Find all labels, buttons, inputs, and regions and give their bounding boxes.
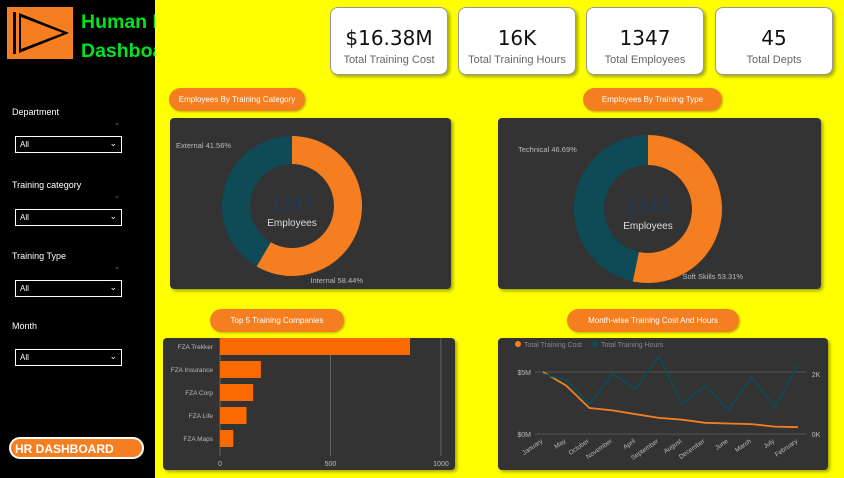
monthly-chart-title: Month-wise Training Cost And Hours — [567, 309, 739, 332]
donut-center-label: Employees — [267, 218, 316, 229]
x-tick-label: June — [714, 438, 730, 452]
month-filter-label: Month — [12, 321, 38, 331]
category-label: FZA Maps — [183, 436, 213, 443]
x-tick-label: 500 — [325, 461, 337, 468]
kpi-value: 45 — [761, 26, 787, 50]
legend-cost-label: Total Training Cost — [524, 342, 582, 349]
category-donut-chart: Internal 58.44% External 41.56% 1347 Employ… — [176, 136, 363, 285]
category-chart-title: Employees By Training Category — [169, 88, 305, 111]
donut-slice-label: Technical 46.69% — [518, 145, 577, 154]
training-category-filter-label: Training category — [12, 180, 82, 190]
y-left-tick: $5M — [517, 370, 531, 377]
department-filter-label: Department — [12, 107, 60, 117]
kpi-value: 1347 — [619, 26, 671, 50]
type-donut-panel: Soft Skills 53.31% Technical 46.69% 1347 Em… — [498, 118, 821, 289]
x-tick-label: April — [622, 438, 637, 452]
kpi-label: Total Employees — [604, 54, 686, 66]
legend-cost-marker — [515, 341, 521, 347]
type-donut-chart: Soft Skills 53.31% Technical 46.69% 1347 Em… — [518, 135, 744, 283]
x-tick-label: January — [521, 437, 545, 456]
kpi-card-training-hours: 16K Total Training Hours — [458, 7, 576, 75]
kpi-value: $16.38M — [345, 26, 433, 50]
bar-fza-maps[interactable] — [220, 430, 234, 447]
donut-slice-label: Internal 58.44% — [310, 276, 363, 285]
training-type-filter-label: Training Type — [12, 251, 67, 261]
monthly-line-chart: Total Training Cost Total Training Hours $… — [515, 341, 821, 462]
category-label: FZA Insurance — [171, 367, 214, 374]
month-filter-value: All — [20, 353, 29, 362]
category-donut-panel: Internal 58.44% External 41.56% 1347 Employ… — [170, 118, 451, 289]
companies-bar-panel: 0 500 1000 FZA Trekker FZA Insurance FZA Corp… — [163, 338, 455, 470]
x-tick-label: November — [585, 437, 614, 460]
category-label: FZA Corp — [185, 390, 213, 397]
x-tick-label: July — [762, 437, 776, 450]
sidebar: Human Resource Dashboard Analysis Depart… — [0, 0, 268, 478]
bar-fza-trekker[interactable] — [220, 338, 411, 355]
training-category-filter-select[interactable]: All ⌄ — [15, 209, 122, 226]
hr-dashboard-button[interactable]: HR DASHBOARD — [9, 437, 144, 459]
kpi-label: Total Training Cost — [343, 54, 435, 66]
kpi-card-depts: 45 Total Depts — [715, 7, 833, 75]
chevron-down-icon: ⌄ — [109, 351, 117, 361]
category-label: FZA Life — [189, 413, 214, 420]
bar-fza-life[interactable] — [220, 407, 247, 424]
y-right-tick: 2K — [812, 372, 821, 379]
kpi-card-employees: 1347 Total Employees — [586, 7, 704, 75]
donut-slice-label: Soft Skills 53.31% — [683, 272, 744, 281]
department-filter-select[interactable]: All ⌄ — [15, 136, 122, 153]
kpi-value: 16K — [497, 26, 537, 50]
donut-center-value: 1347 — [270, 195, 313, 215]
y-right-tick: 0K — [812, 432, 821, 439]
kpi-card-training-cost: $16.38M Total Training Cost — [330, 7, 448, 75]
legend-hours-label: Total Training Hours — [601, 342, 664, 349]
x-tick-label: 0 — [218, 461, 222, 468]
x-tick-label: December — [678, 437, 707, 460]
training-category-filter-value: All — [20, 213, 29, 222]
kpi-label: Total Depts — [746, 54, 802, 66]
training-type-filter-chevron-icon: ⌄ — [114, 263, 120, 271]
companies-chart-title: Top 5 Training Companies — [210, 309, 344, 332]
chevron-down-icon: ⌄ — [109, 211, 117, 221]
donut-center-label: Employees — [623, 221, 672, 232]
department-filter-value: All — [20, 140, 29, 149]
kpi-label: Total Training Hours — [468, 54, 566, 66]
play-logo-icon — [7, 7, 73, 59]
type-chart-title: Employees By Training Type — [583, 88, 722, 111]
donut-center-value: 1347 — [626, 198, 669, 218]
training-category-filter-chevron-icon: ⌄ — [114, 192, 120, 200]
line-series-total-training-hours[interactable] — [542, 354, 799, 412]
bar-fza-insurance[interactable] — [220, 361, 261, 378]
category-label: FZA Trekker — [178, 344, 214, 351]
training-type-filter-select[interactable]: All ⌄ — [15, 280, 122, 297]
donut-slice-label: External 41.56% — [176, 141, 231, 150]
month-filter-select[interactable]: All ⌄ — [15, 349, 122, 366]
x-tick-label: May — [553, 437, 568, 450]
chevron-down-icon: ⌄ — [109, 282, 117, 292]
chevron-down-icon: ⌄ — [109, 138, 117, 148]
dashboard-canvas: $16.38M Total Training Cost 16K Total Tr… — [155, 0, 844, 478]
x-tick-label: March — [734, 438, 753, 454]
training-type-filter-value: All — [20, 284, 29, 293]
x-tick-label: February — [774, 437, 800, 458]
y-left-tick: $0M — [517, 432, 531, 439]
companies-bar-chart: 0 500 1000 FZA Trekker FZA Insurance FZA Corp… — [171, 338, 449, 468]
monthly-line-panel: Total Training Cost Total Training Hours $… — [498, 338, 828, 470]
department-filter-chevron-icon: ⌄ — [114, 119, 120, 127]
legend-hours-marker — [592, 341, 598, 347]
x-tick-label: 1000 — [433, 461, 449, 468]
bar-fza-corp[interactable] — [220, 384, 254, 401]
